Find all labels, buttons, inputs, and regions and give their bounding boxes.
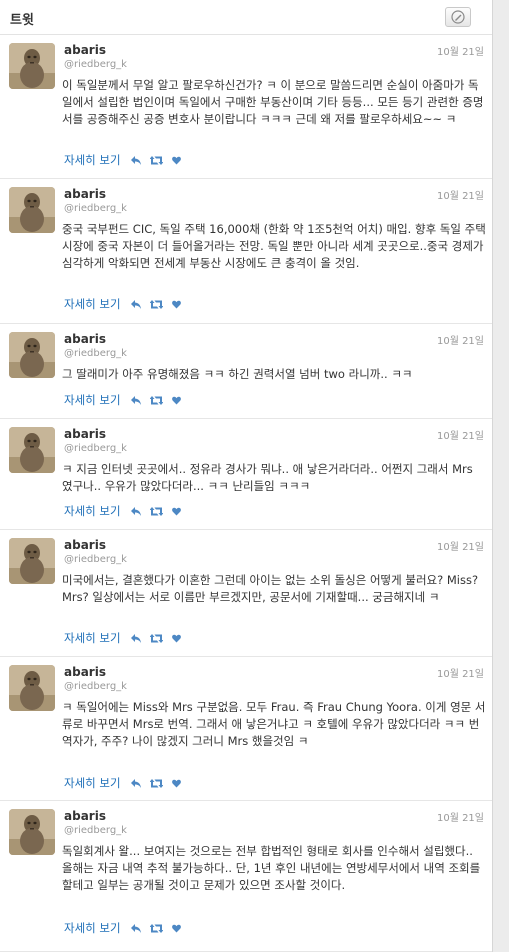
tweet-time[interactable]: 10월 21일 bbox=[437, 187, 484, 202]
author-name[interactable]: abaris bbox=[64, 538, 106, 552]
tweet-item[interactable]: abaris @riedberg_k 10월 21일 중국 국부펀드 CIC, … bbox=[0, 179, 492, 324]
tweet-actions: 자세히 보기 bbox=[64, 503, 190, 519]
retweet-icon[interactable] bbox=[149, 395, 164, 405]
tweet-time[interactable]: 10월 21일 bbox=[437, 332, 484, 347]
view-details-link[interactable]: 자세히 보기 bbox=[64, 920, 121, 936]
view-details-link[interactable]: 자세히 보기 bbox=[64, 152, 121, 168]
tweet-text: 그 딸래미가 아주 유명해졌음 ㅋㅋ 하긴 권력서열 넘버 two 라니까.. … bbox=[62, 367, 413, 381]
tweet-text: 이 독일분께서 무얼 알고 팔로우하신건가? ㅋ 이 분으로 말씀드리면 순실이… bbox=[62, 78, 484, 126]
avatar[interactable] bbox=[9, 809, 55, 855]
author-name[interactable]: abaris bbox=[64, 809, 106, 823]
tweet-actions: 자세히 보기 bbox=[64, 920, 190, 936]
favorite-heart-icon[interactable] bbox=[171, 396, 181, 405]
reply-arrow-icon[interactable] bbox=[130, 506, 141, 516]
reply-arrow-icon[interactable] bbox=[130, 155, 141, 165]
tweet-actions: 자세히 보기 bbox=[64, 152, 190, 168]
tweet-time[interactable]: 10월 21일 bbox=[437, 665, 484, 680]
view-details-link[interactable]: 자세히 보기 bbox=[64, 630, 121, 646]
scrollbar[interactable] bbox=[493, 0, 509, 952]
reply-arrow-icon[interactable] bbox=[130, 395, 141, 405]
avatar[interactable] bbox=[9, 332, 55, 378]
tweet-item[interactable]: abaris @riedberg_k 10월 21일 ㅋ 독일어에는 Miss와… bbox=[0, 657, 492, 801]
tweet-item[interactable]: abaris @riedberg_k 10월 21일 독일회계사 왈... 보여… bbox=[0, 801, 492, 952]
author-handle[interactable]: @riedberg_k bbox=[64, 348, 127, 359]
tweet-time[interactable]: 10월 21일 bbox=[437, 809, 484, 824]
favorite-heart-icon[interactable] bbox=[171, 300, 181, 309]
author-name[interactable]: abaris bbox=[64, 332, 106, 346]
reply-arrow-icon[interactable] bbox=[130, 299, 141, 309]
tweet-text: 미국에서는, 결혼했다가 이혼한 그런데 아이는 없는 소위 돌싱은 어떻게 불… bbox=[62, 573, 482, 604]
compose-pen-icon bbox=[451, 10, 465, 24]
avatar[interactable] bbox=[9, 538, 55, 584]
reply-arrow-icon[interactable] bbox=[130, 923, 141, 933]
author-handle[interactable]: @riedberg_k bbox=[64, 59, 127, 70]
favorite-heart-icon[interactable] bbox=[171, 634, 181, 643]
tweet-text: 독일회계사 왈... 보여지는 것으로는 전부 합법적인 형태로 회사를 인수해… bbox=[62, 844, 484, 892]
favorite-heart-icon[interactable] bbox=[171, 924, 181, 933]
author-name[interactable]: abaris bbox=[64, 187, 106, 201]
retweet-icon[interactable] bbox=[149, 506, 164, 516]
avatar[interactable] bbox=[9, 43, 55, 89]
retweet-icon[interactable] bbox=[149, 923, 164, 933]
tweet-text: ㅋ 독일어에는 Miss와 Mrs 구분없음. 모두 Frau. 즉 Frau … bbox=[62, 700, 486, 748]
reply-arrow-icon[interactable] bbox=[130, 778, 141, 788]
author-handle[interactable]: @riedberg_k bbox=[64, 554, 127, 565]
tweet-time[interactable]: 10월 21일 bbox=[437, 538, 484, 553]
tweet-text: ㅋ 지금 인터넷 곳곳에서.. 정유라 경사가 뭐냐.. 애 낳은거라더라.. … bbox=[62, 462, 477, 493]
view-details-link[interactable]: 자세히 보기 bbox=[64, 775, 121, 791]
author-handle[interactable]: @riedberg_k bbox=[64, 681, 127, 692]
tweet-time[interactable]: 10월 21일 bbox=[437, 43, 484, 58]
tweet-actions: 자세히 보기 bbox=[64, 392, 190, 408]
avatar[interactable] bbox=[9, 187, 55, 233]
author-name[interactable]: abaris bbox=[64, 43, 106, 57]
retweet-icon[interactable] bbox=[149, 778, 164, 788]
panel-title: 트윗 bbox=[10, 13, 34, 28]
view-details-link[interactable]: 자세히 보기 bbox=[64, 392, 121, 408]
favorite-heart-icon[interactable] bbox=[171, 156, 181, 165]
view-details-link[interactable]: 자세히 보기 bbox=[64, 503, 121, 519]
tweet-time[interactable]: 10월 21일 bbox=[437, 427, 484, 442]
tweet-text: 중국 국부펀드 CIC, 독일 주택 16,000채 (한화 약 1조5천억 어… bbox=[62, 222, 488, 270]
panel-header: 트윗 bbox=[0, 0, 492, 35]
author-name[interactable]: abaris bbox=[64, 665, 106, 679]
author-handle[interactable]: @riedberg_k bbox=[64, 443, 127, 454]
favorite-heart-icon[interactable] bbox=[171, 507, 181, 516]
author-handle[interactable]: @riedberg_k bbox=[64, 825, 127, 836]
tweet-actions: 자세히 보기 bbox=[64, 630, 190, 646]
retweet-icon[interactable] bbox=[149, 155, 164, 165]
tweet-item[interactable]: abaris @riedberg_k 10월 21일 그 딸래미가 아주 유명해… bbox=[0, 324, 492, 419]
view-details-link[interactable]: 자세히 보기 bbox=[64, 296, 121, 312]
avatar[interactable] bbox=[9, 427, 55, 473]
retweet-icon[interactable] bbox=[149, 633, 164, 643]
compose-button[interactable] bbox=[445, 7, 471, 27]
author-name[interactable]: abaris bbox=[64, 427, 106, 441]
tweet-item[interactable]: abaris @riedberg_k 10월 21일 ㅋ 지금 인터넷 곳곳에서… bbox=[0, 419, 492, 530]
favorite-heart-icon[interactable] bbox=[171, 779, 181, 788]
reply-arrow-icon[interactable] bbox=[130, 633, 141, 643]
tweet-item[interactable]: abaris @riedberg_k 10월 21일 이 독일분께서 무얼 알고… bbox=[0, 35, 492, 179]
tweet-item[interactable]: abaris @riedberg_k 10월 21일 미국에서는, 결혼했다가 … bbox=[0, 530, 492, 657]
tweet-panel: 트윗 abaris @riedberg_k 10월 21일 이 독일분께서 무얼… bbox=[0, 0, 493, 952]
author-handle[interactable]: @riedberg_k bbox=[64, 203, 127, 214]
tweet-actions: 자세히 보기 bbox=[64, 296, 190, 312]
retweet-icon[interactable] bbox=[149, 299, 164, 309]
avatar[interactable] bbox=[9, 665, 55, 711]
tweet-actions: 자세히 보기 bbox=[64, 775, 190, 791]
